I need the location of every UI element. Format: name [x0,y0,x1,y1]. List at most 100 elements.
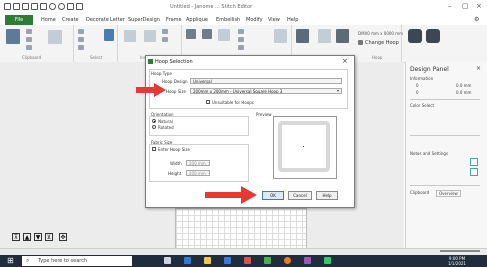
width-input[interactable]: 200 mm [186,160,210,166]
menu-frame[interactable]: Frame [166,17,182,23]
taskview-icon[interactable] [164,257,171,264]
menu-decorate[interactable]: Decorate [86,17,109,23]
pan-icon[interactable]: ✥ [59,233,67,241]
new-icon[interactable] [13,3,20,10]
move-down-icon[interactable]: ▼ [34,233,42,241]
panel-information-label: Information [410,76,434,81]
menu-create[interactable]: Create [62,17,79,23]
select-icon[interactable] [104,29,114,41]
chevron-down-icon: ▾ [337,88,340,93]
hoop-size-value: 200mm x 200mm - Universal Square Hoop 3 [193,89,283,94]
mail-icon[interactable] [244,257,251,264]
zoom-slider[interactable] [440,250,480,252]
change-hoop-icon[interactable] [358,40,363,45]
maps-icon[interactable] [324,257,331,264]
move-up-icon[interactable]: ▲ [23,233,31,241]
change-hoop-button[interactable]: Change Hoop [365,40,399,46]
rotate-icon[interactable] [202,29,212,39]
group-icon[interactable] [144,30,156,42]
panel-title: Design Panel [410,66,449,73]
select-all-icon[interactable] [78,29,84,34]
settings-icon[interactable]: ⚙ [474,16,479,23]
dialog-app-icon [148,59,153,64]
resize-icon[interactable] [218,29,230,41]
folder-icon[interactable] [204,257,211,264]
menu-view[interactable]: View [268,17,280,23]
grid-icon[interactable] [318,29,331,43]
search-icon: ⌕ [26,257,30,264]
minimize-button[interactable]: – [448,2,452,10]
arrow-icon [136,83,166,97]
enter-hoop-size-label: Enter Hoop Size [158,147,190,152]
dialog-close-button[interactable]: × [342,57,348,65]
redo-icon[interactable] [58,3,65,10]
menu-applique[interactable]: Applique [186,17,208,23]
hoop-display-icon[interactable] [336,29,349,43]
select-next-icon[interactable] [78,45,84,50]
insert-icon[interactable] [124,30,136,42]
menu-superdesign[interactable]: SuperDesign [128,17,160,23]
zoom-fit-icon[interactable]: ⊼ [12,233,20,241]
hoop-size-label: Hoop Size [166,89,186,94]
app-icon[interactable] [264,257,271,264]
menu-help[interactable]: Help [287,17,298,23]
dropdown-icon[interactable] [76,3,83,10]
hoop-size-select[interactable]: 200mm x 200mm - Universal Square Hoop 3 [190,88,342,94]
panel-tab-clipboard[interactable]: Clipboard [410,190,429,195]
hoop-design-select[interactable]: Universal [190,78,342,84]
store-icon[interactable] [224,257,231,264]
ok-button[interactable]: OK [262,191,284,200]
dialog-title: Hoop Selection [155,59,193,65]
zoom-out-icon[interactable]: ⊻ [45,233,53,241]
undo-icon[interactable] [49,3,56,10]
send-back-icon[interactable] [162,37,168,42]
height-input[interactable]: 200 mm [186,170,210,176]
hoop-grid[interactable] [175,208,307,250]
align-icon[interactable] [238,29,244,34]
edge-icon[interactable] [184,257,191,264]
select-off-icon[interactable] [78,37,84,42]
panel-tool-icon[interactable] [470,168,478,176]
cancel-button[interactable]: Cancel [288,191,312,200]
taskbar-clock[interactable]: 9:00 PM 1/1/2021 [448,256,466,266]
close-window-button[interactable]: × [476,2,482,10]
divider [410,135,480,136]
menu-letter[interactable]: Letter [110,17,125,23]
paste-icon[interactable] [6,29,20,44]
print-icon[interactable] [40,3,47,10]
orientation-natural-radio[interactable] [152,119,156,123]
unsuitable-checkbox[interactable] [206,100,210,104]
close-icon[interactable]: × [476,65,481,72]
maximize-button[interactable]: ▢ [462,2,469,10]
orientation-rotated-radio[interactable] [152,125,156,129]
help-button[interactable]: Help [316,191,338,200]
width-label: Width [170,161,182,166]
distribute-icon[interactable] [238,37,244,42]
menu-home[interactable]: Home [41,17,56,23]
stitch-icon[interactable] [67,3,74,10]
file-menu[interactable]: File [5,15,33,25]
save-icon[interactable] [31,3,38,10]
edit-mode-icon[interactable] [274,29,287,43]
panel-tool-icon[interactable] [470,158,478,166]
center-icon[interactable] [238,45,244,50]
enter-hoop-size-checkbox[interactable] [152,147,156,151]
panel-tab-overview[interactable]: Overview [436,190,461,197]
janome-icon[interactable] [304,257,311,264]
canvas-toolbar: ⊼ ▲ ▼ ⊻ ✥ [12,233,72,243]
mirror-icon[interactable] [186,29,196,39]
design-play-icon[interactable] [426,29,440,43]
app-icon [4,3,11,10]
hoop-view-icon[interactable] [296,29,309,43]
browser-icon[interactable] [284,257,291,264]
delete-icon[interactable] [26,45,32,50]
menu-modify[interactable]: Modify [246,17,263,23]
bring-front-icon[interactable] [162,29,168,34]
duplicate-icon[interactable] [48,30,62,44]
windows-icon[interactable]: ⊞ [7,257,14,265]
menu-embellish[interactable]: Embellish [216,17,240,23]
copy-icon[interactable] [26,37,32,42]
open-icon[interactable] [22,3,29,10]
design-preview-icon[interactable] [408,29,422,43]
cut-icon[interactable] [26,29,32,34]
